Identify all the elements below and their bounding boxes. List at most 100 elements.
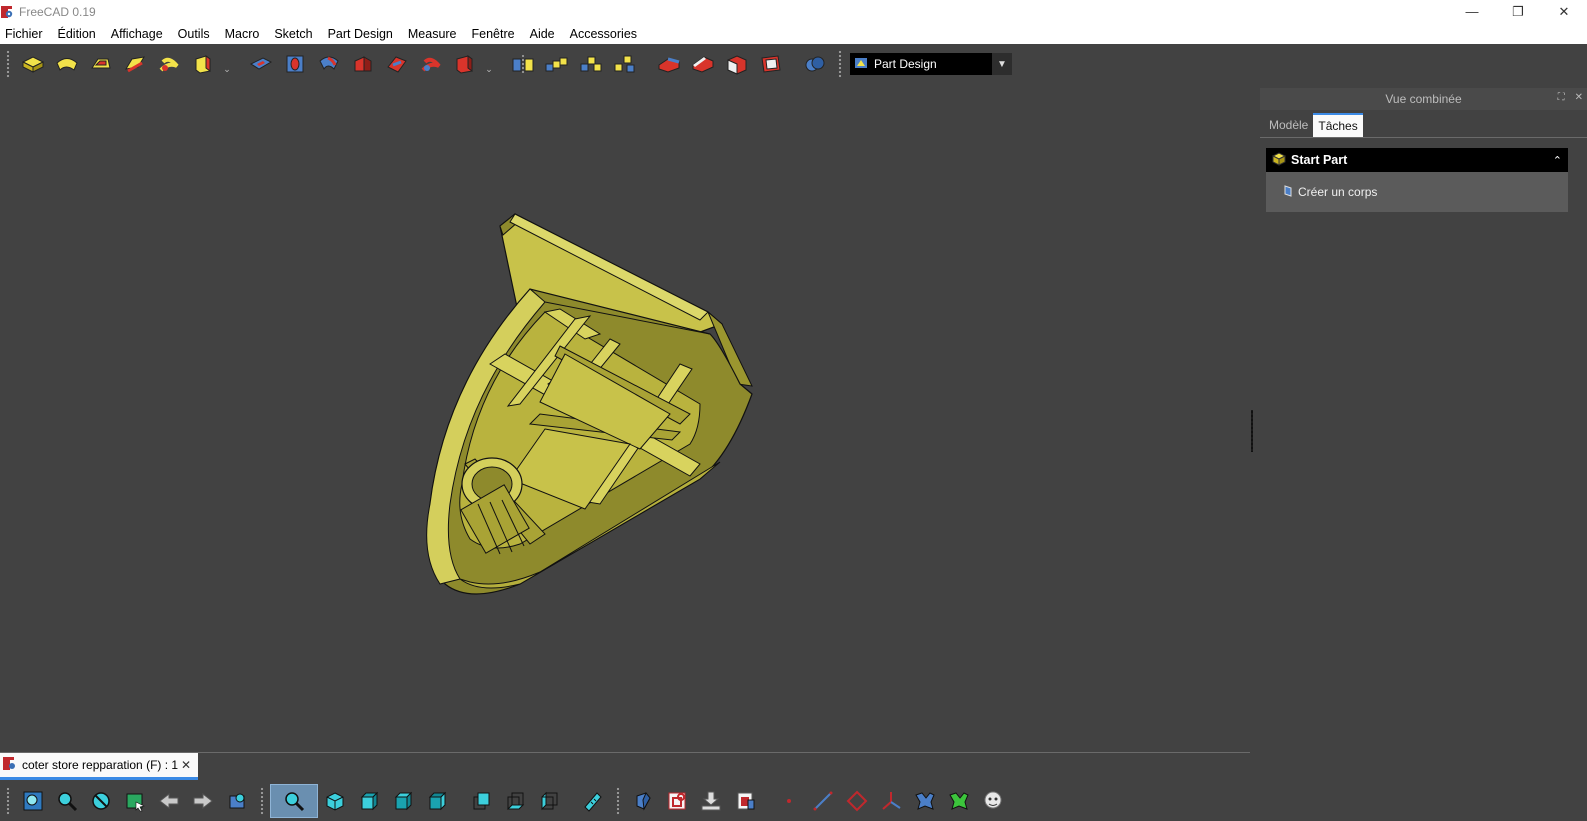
front-view-icon[interactable] (352, 784, 386, 818)
linear-pattern-icon[interactable] (540, 47, 574, 81)
additive-pipe-icon[interactable] (118, 47, 152, 81)
chevron-down-icon[interactable]: ▼ (992, 53, 1012, 75)
polar-pattern-icon[interactable] (574, 47, 608, 81)
view-toolbar (0, 781, 1587, 821)
window-title: FreeCAD 0.19 (19, 4, 96, 19)
multitransform-icon[interactable] (608, 47, 642, 81)
datum-point-icon[interactable] (772, 784, 806, 818)
close-icon[interactable]: ✕ (1575, 92, 1583, 103)
thickness-icon[interactable] (754, 47, 788, 81)
chevron-down-icon[interactable]: ⌄ (482, 47, 496, 81)
close-icon[interactable]: ✕ (181, 758, 191, 772)
right-view-icon[interactable] (420, 784, 454, 818)
document-tab[interactable]: coter store repparation (F) : 1 ✕ (0, 753, 198, 780)
additive-loft-icon[interactable] (84, 47, 118, 81)
view-splitter[interactable] (1251, 410, 1253, 452)
subtractive-primitive-icon[interactable] (448, 47, 482, 81)
create-body-icon (1282, 184, 1294, 201)
part-design-workbench-icon (854, 56, 868, 73)
toolbar-grip[interactable] (6, 50, 10, 78)
create-body-icon[interactable] (626, 784, 660, 818)
draft-icon[interactable] (720, 47, 754, 81)
float-icon[interactable]: ⛶ (1558, 92, 1565, 103)
selection-filter-icon[interactable] (118, 784, 152, 818)
measure-distance-icon[interactable] (576, 784, 610, 818)
tab-taches[interactable]: Tâches (1313, 113, 1363, 137)
mirrored-icon[interactable] (506, 47, 540, 81)
close-button[interactable]: ✕ (1541, 0, 1587, 23)
std-zoom-icon[interactable] (270, 784, 318, 818)
menu-macro[interactable]: Macro (220, 27, 267, 41)
isometric-view-icon[interactable] (318, 784, 352, 818)
window-controls: — ❐ ✕ (1449, 0, 1587, 23)
local-cs-icon[interactable] (874, 784, 908, 818)
rear-view-icon[interactable] (464, 784, 498, 818)
menu-affichage[interactable]: Affichage (106, 27, 170, 41)
menu-edition[interactable]: Édition (53, 27, 103, 41)
datum-line-icon[interactable] (806, 784, 840, 818)
clone-icon[interactable] (908, 784, 942, 818)
additive-helix-icon[interactable] (152, 47, 186, 81)
menu-fenetre[interactable]: Fenêtre (467, 27, 522, 41)
groove-icon[interactable] (312, 47, 346, 81)
create-sketch-icon[interactable] (660, 784, 694, 818)
addon-icon[interactable] (976, 784, 1010, 818)
menu-part-design[interactable]: Part Design (323, 27, 400, 41)
chamfer-icon[interactable] (686, 47, 720, 81)
fit-all-icon[interactable] (16, 784, 50, 818)
menu-sketch[interactable]: Sketch (269, 27, 319, 41)
3d-viewport[interactable] (0, 84, 1250, 752)
revolution-icon[interactable] (50, 47, 84, 81)
combo-view-tabs: Modèle Tâches (1260, 110, 1587, 138)
additive-primitive-icon[interactable] (186, 47, 220, 81)
task-panel-title: Start Part (1291, 153, 1348, 167)
top-view-icon[interactable] (386, 784, 420, 818)
import-icon[interactable] (694, 784, 728, 818)
chevron-down-icon[interactable]: ⌄ (220, 47, 234, 81)
task-panel-body: Créer un corps (1266, 172, 1568, 212)
bottom-view-icon[interactable] (498, 784, 532, 818)
combo-view: Vue combinée ⛶ ✕ Modèle Tâches Start Par… (1260, 88, 1587, 751)
toolbar-grip[interactable] (616, 787, 620, 815)
toolbar-grip[interactable] (6, 787, 10, 815)
toolbar-grip[interactable] (260, 787, 264, 815)
boolean-icon[interactable] (798, 47, 832, 81)
workbench-selected-label: Part Design (874, 57, 937, 71)
menu-bar: Fichier Édition Affichage Outils Macro S… (0, 23, 1587, 44)
subtractive-helix-icon[interactable] (414, 47, 448, 81)
draw-style-icon[interactable] (84, 784, 118, 818)
forward-icon[interactable] (186, 784, 220, 818)
part-icon (1271, 151, 1287, 169)
back-icon[interactable] (152, 784, 186, 818)
title-bar: FreeCAD 0.19 — ❐ ✕ (0, 0, 1587, 23)
3d-model[interactable] (0, 84, 1250, 752)
collapse-icon[interactable]: ⌃ (1553, 154, 1562, 167)
toolbar-grip[interactable] (838, 50, 842, 78)
pad-icon[interactable] (16, 47, 50, 81)
task-panel: Start Part ⌃ Créer un corps (1266, 148, 1568, 212)
sub-shape-binder-icon[interactable] (942, 784, 976, 818)
left-view-icon[interactable] (532, 784, 566, 818)
create-body-link[interactable]: Créer un corps (1298, 185, 1377, 199)
subtractive-loft-icon[interactable] (346, 47, 380, 81)
minimize-button[interactable]: — (1449, 0, 1495, 23)
freecad-logo-icon (1, 5, 13, 18)
menu-outils[interactable]: Outils (173, 27, 217, 41)
menu-accessories[interactable]: Accessories (565, 27, 644, 41)
hole-icon[interactable] (278, 47, 312, 81)
task-panel-header[interactable]: Start Part ⌃ (1266, 148, 1568, 172)
fillet-icon[interactable] (652, 47, 686, 81)
pocket-icon[interactable] (244, 47, 278, 81)
workbench-icon[interactable] (220, 784, 254, 818)
menu-aide[interactable]: Aide (525, 27, 562, 41)
tab-modele[interactable]: Modèle (1264, 113, 1313, 137)
shape-binder-icon[interactable] (728, 784, 762, 818)
combo-view-title: Vue combinée (1385, 92, 1462, 106)
menu-measure[interactable]: Measure (403, 27, 464, 41)
datum-plane-icon[interactable] (840, 784, 874, 818)
subtractive-pipe-icon[interactable] (380, 47, 414, 81)
restore-button[interactable]: ❐ (1495, 0, 1541, 23)
workbench-selector[interactable]: Part Design ▼ (850, 53, 1012, 75)
fit-selection-icon[interactable] (50, 784, 84, 818)
menu-fichier[interactable]: Fichier (0, 27, 50, 41)
